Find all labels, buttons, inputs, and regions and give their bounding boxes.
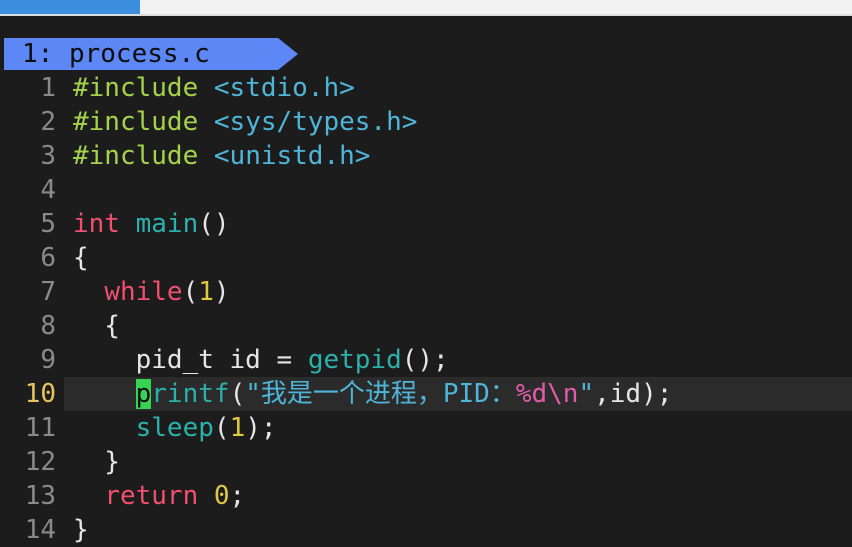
line-source: int main(): [73, 207, 230, 241]
code-token: #include: [73, 107, 199, 137]
code-token: 1: [198, 277, 214, 307]
powerline-arrow-icon: [278, 38, 298, 70]
code-token: }: [73, 515, 89, 545]
line-number: 1: [40, 73, 56, 103]
code-token: sleep: [135, 413, 214, 443]
code-token: return: [104, 481, 199, 511]
code-token: main: [135, 209, 199, 239]
code-token: ;: [229, 481, 246, 511]
code-token: (: [229, 379, 246, 409]
code-line[interactable]: 4: [0, 173, 852, 207]
code-token: {: [73, 311, 120, 341]
line-number: 6: [40, 243, 56, 273]
line-source: #include <unistd.h>: [73, 139, 370, 173]
vim-tabline: 1: process.c: [4, 38, 300, 70]
line-source: }: [73, 513, 89, 547]
code-token: rintf: [151, 379, 230, 409]
code-token: ();: [401, 345, 449, 375]
code-token: <unistd.h>: [213, 141, 371, 171]
line-number: 8: [40, 311, 56, 341]
line-source: #include <stdio.h>: [73, 71, 355, 105]
code-line[interactable]: 7 while(1): [0, 275, 852, 309]
window-tab-label-clipped: ━━: [36, 0, 84, 4]
line-source: {: [73, 241, 89, 275]
line-source: }: [73, 445, 120, 479]
line-source: while(1): [73, 275, 230, 309]
code-token: (): [198, 209, 230, 239]
code-token: %d\n: [515, 379, 579, 409]
code-token: int: [73, 209, 120, 239]
code-line[interactable]: 9 pid_t id = getpid();: [0, 343, 852, 377]
line-source: #include <sys/types.h>: [73, 105, 417, 139]
code-buffer[interactable]: 1 #include <stdio.h> 2 #include <sys/types.…: [0, 71, 852, 547]
code-line[interactable]: 8 {: [0, 309, 852, 343]
code-token: <sys/types.h>: [213, 107, 418, 137]
code-token: 1: [229, 413, 246, 443]
code-token: <stdio.h>: [213, 73, 355, 103]
line-source: sleep(1);: [73, 411, 277, 445]
text-cursor: p: [135, 379, 152, 409]
code-token: pid_t id =: [73, 345, 308, 375]
line-number: 3: [40, 141, 56, 171]
code-token: while: [104, 277, 183, 307]
code-token: #include: [73, 73, 199, 103]
line-source: return 0;: [73, 479, 245, 513]
tab-process-c[interactable]: 1: process.c: [4, 38, 278, 70]
window-tab[interactable]: ━━: [0, 0, 140, 14]
code-line[interactable]: 14}: [0, 513, 852, 547]
code-line[interactable]: 6{: [0, 241, 852, 275]
line-number: 14: [24, 515, 56, 545]
code-line[interactable]: 5 int main(): [0, 207, 852, 241]
line-number: 4: [40, 175, 56, 205]
code-token: ": [578, 379, 595, 409]
line-number: 9: [40, 345, 56, 375]
line-source: pid_t id = getpid();: [73, 343, 449, 377]
line-number: 2: [40, 107, 56, 137]
code-token: 0: [213, 481, 230, 511]
code-line[interactable]: 13 return 0;: [0, 479, 852, 513]
line-number: 10: [24, 379, 56, 409]
code-line[interactable]: 11 sleep(1);: [0, 411, 852, 445]
line-number: 5: [40, 209, 56, 239]
code-line[interactable]: 2 #include <sys/types.h>: [0, 105, 852, 139]
code-token: (: [213, 413, 230, 443]
line-source: printf("我是一个进程，PID：%d\n",id);: [73, 377, 672, 411]
code-token: getpid: [307, 345, 402, 375]
line-source: {: [73, 309, 120, 343]
code-line[interactable]: 1 #include <stdio.h>: [0, 71, 852, 105]
vim-editor[interactable]: 1: process.c 1 #include <stdio.h> 2 #includ…: [0, 16, 852, 547]
window-top-bar: ━━: [0, 0, 852, 16]
line-number: 13: [24, 481, 56, 511]
code-token: ): [213, 277, 230, 307]
code-token: "我是一个进程，PID：: [245, 379, 516, 409]
code-token: );: [245, 413, 277, 443]
code-token: ,id);: [594, 379, 673, 409]
code-token: }: [73, 447, 120, 477]
code-line-current[interactable]: 10 printf("我是一个进程，PID：%d\n",id);: [0, 377, 852, 411]
code-line[interactable]: 12 }: [0, 445, 852, 479]
code-token: #include: [73, 141, 199, 171]
line-number: 7: [40, 277, 56, 307]
code-token: (: [182, 277, 199, 307]
code-token: {: [73, 243, 89, 273]
code-line[interactable]: 3 #include <unistd.h>: [0, 139, 852, 173]
line-number: 11: [24, 413, 56, 443]
line-number: 12: [24, 447, 56, 477]
